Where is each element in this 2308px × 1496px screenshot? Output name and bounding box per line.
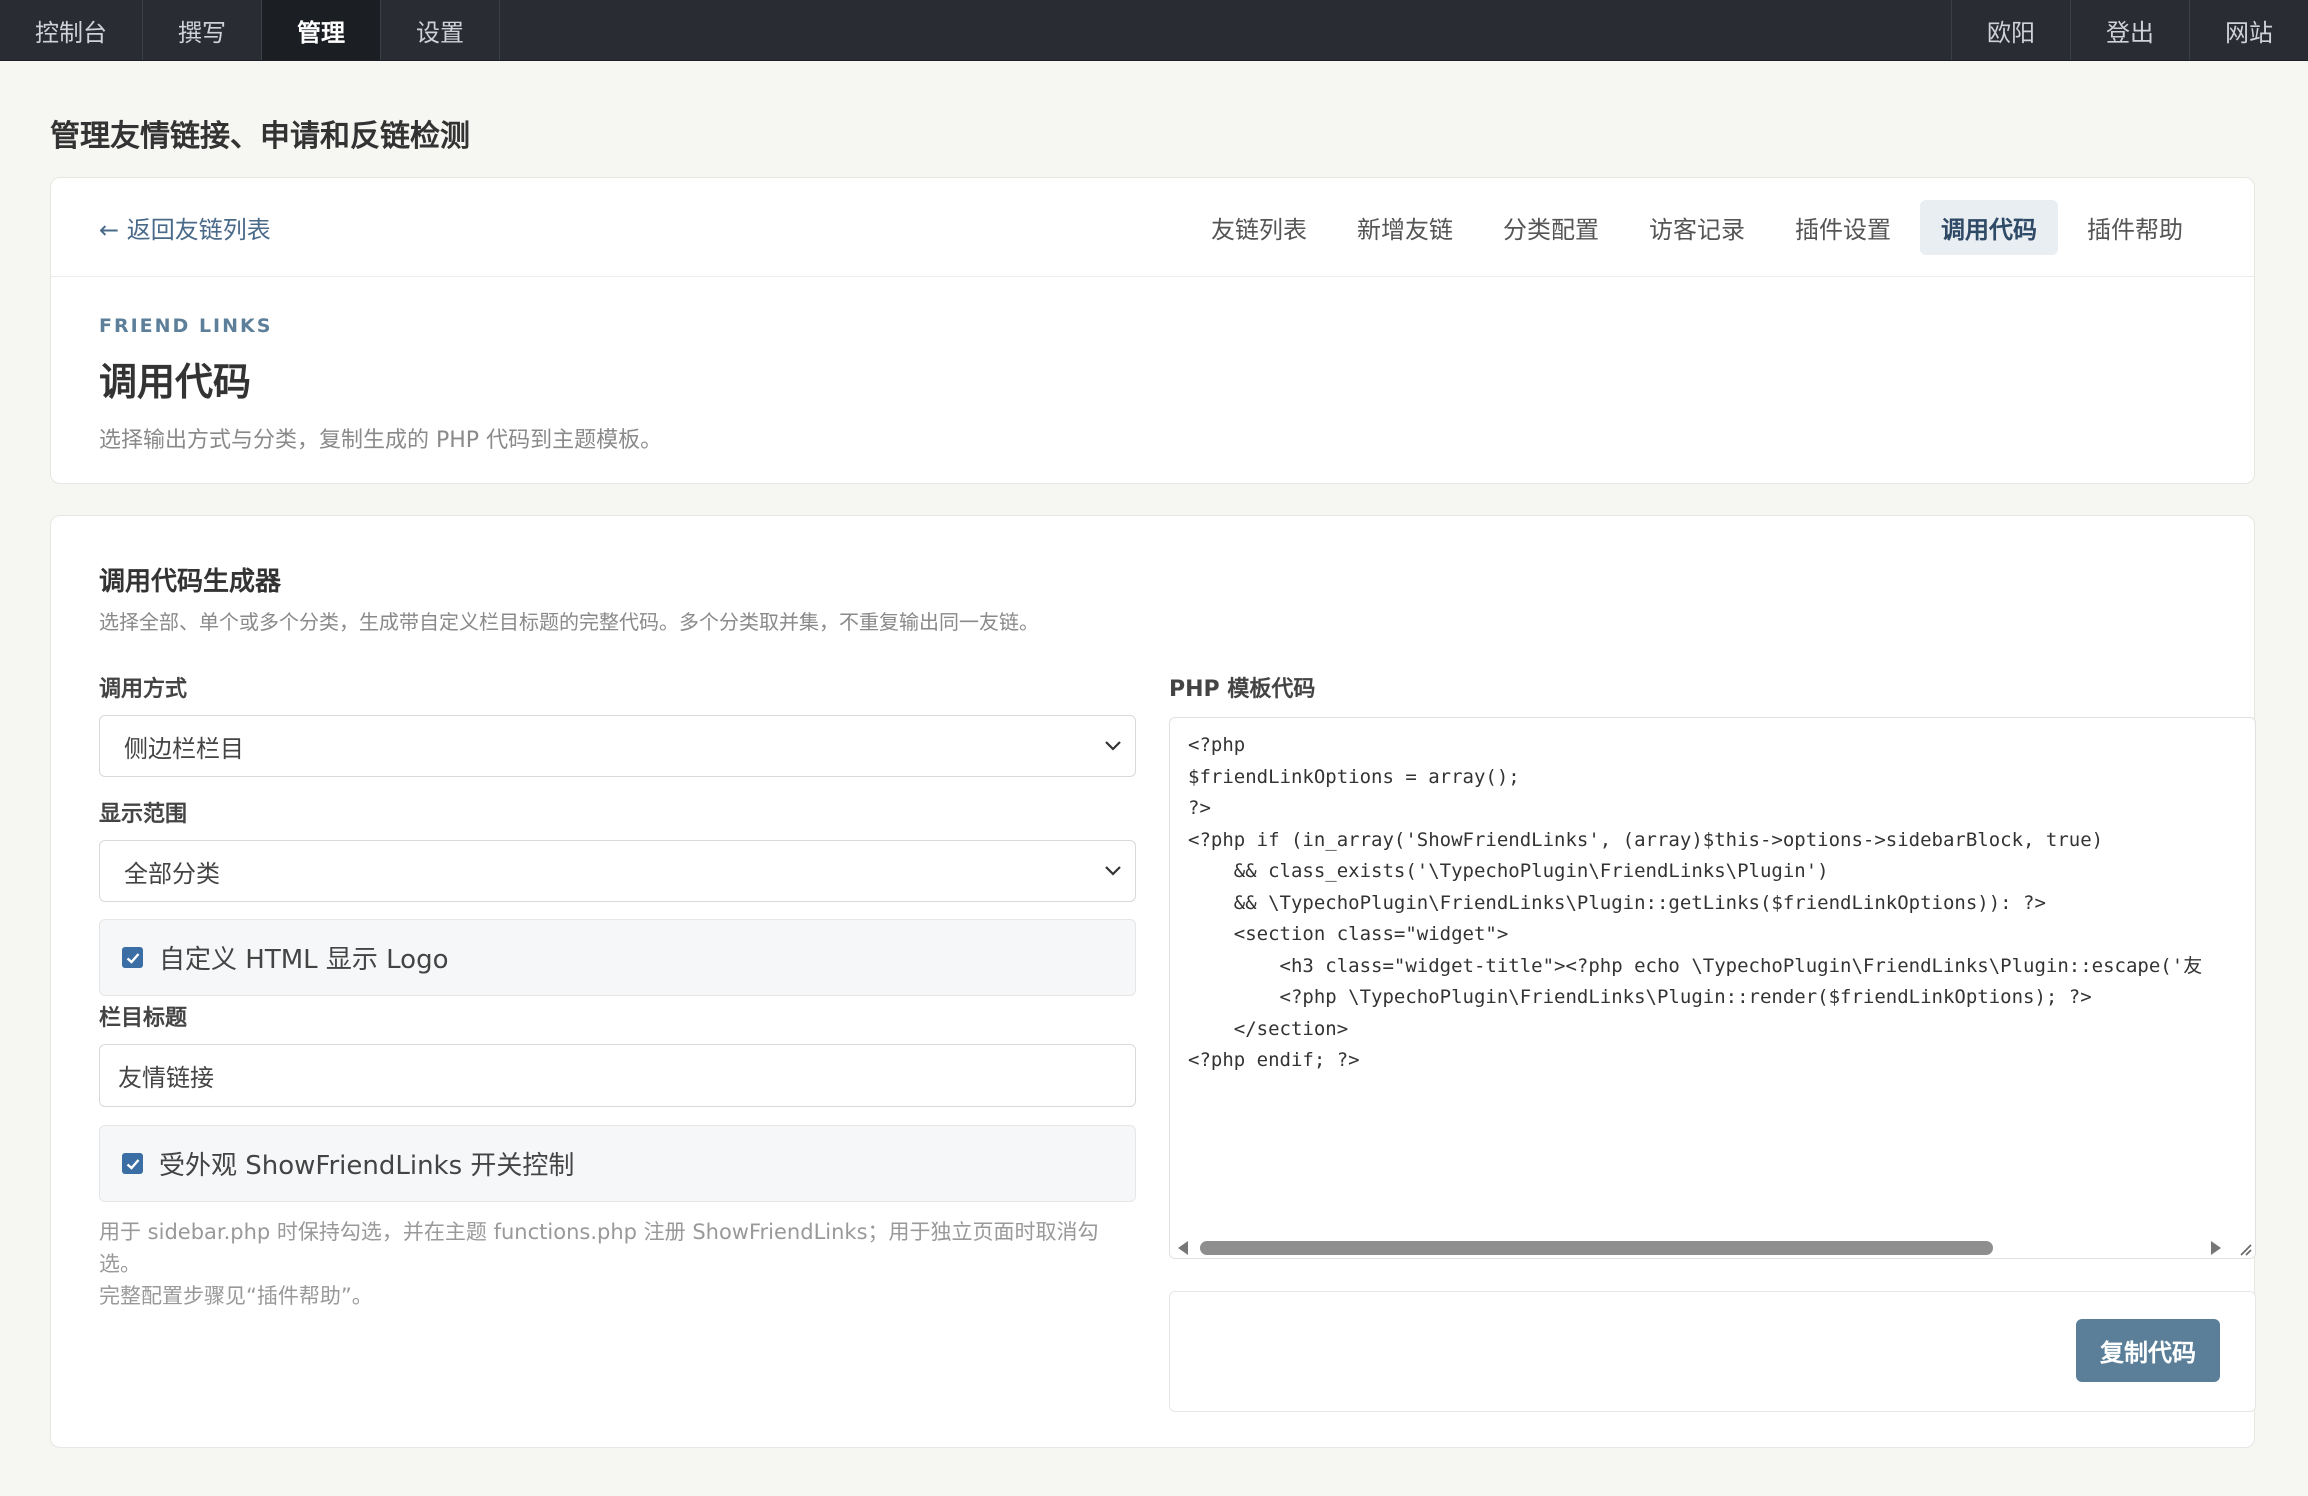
tab-link-list[interactable]: 友链列表 xyxy=(1190,200,1328,255)
nav-logout[interactable]: 登出 xyxy=(2070,0,2189,60)
copy-code-button[interactable]: 复制代码 xyxy=(2076,1319,2220,1382)
code-textarea[interactable]: <?php $friendLinkOptions = array(); ?> <… xyxy=(1169,717,2256,1259)
header-card: ← 返回友链列表 友链列表 新增友链 分类配置 访客记录 插件设置 调用代码 插… xyxy=(50,177,2255,484)
nav-manage[interactable]: 管理 xyxy=(262,0,381,60)
scope-select-value: 全部分类 xyxy=(124,859,220,888)
scroll-right-icon[interactable] xyxy=(2211,1241,2221,1255)
nav-website[interactable]: 网站 xyxy=(2189,0,2308,60)
horizontal-scrollbar[interactable] xyxy=(1170,1234,2255,1258)
resize-grip-icon[interactable] xyxy=(2238,1242,2252,1256)
custom-logo-checkbox[interactable] xyxy=(122,947,143,968)
code-output: PHP 模板代码 <?php $friendLinkOptions = arra… xyxy=(1169,671,2256,1412)
appearance-label: 受外观 ShowFriendLinks 开关控制 xyxy=(159,1151,575,1181)
section-title: 调用代码 xyxy=(99,360,252,404)
nav-settings[interactable]: 设置 xyxy=(381,0,500,60)
tab-call-code[interactable]: 调用代码 xyxy=(1920,199,2058,255)
back-to-list-link[interactable]: ← 返回友链列表 xyxy=(99,210,271,245)
check-icon xyxy=(126,1158,139,1170)
tab-plugin-settings[interactable]: 插件设置 xyxy=(1774,200,1912,255)
code-content: <?php $friendLinkOptions = array(); ?> <… xyxy=(1188,734,2203,1071)
tab-visitor-log[interactable]: 访客记录 xyxy=(1628,200,1766,255)
scrollbar-thumb[interactable] xyxy=(1200,1241,1993,1255)
section-subtitle: 选择输出方式与分类，复制生成的 PHP 代码到主题模板。 xyxy=(99,428,663,453)
scope-label: 显示范围 xyxy=(99,802,188,827)
mode-label: 调用方式 xyxy=(99,677,188,702)
help-text-line: 用于 sidebar.php 时保持勾选，并在主题 functions.php … xyxy=(99,1220,1099,1276)
mode-select[interactable]: 侧边栏栏目 xyxy=(99,715,1136,777)
top-nav-right: 欧阳 登出 网站 xyxy=(1951,0,2308,60)
generator-card: 调用代码生成器 选择全部、单个或多个分类，生成带自定义栏目标题的完整代码。多个分… xyxy=(50,515,2256,1448)
custom-logo-option: 自定义 HTML 显示 Logo xyxy=(99,919,1136,996)
card-nav: ← 返回友链列表 友链列表 新增友链 分类配置 访客记录 插件设置 调用代码 插… xyxy=(51,178,2254,277)
help-text: 用于 sidebar.php 时保持勾选，并在主题 functions.php … xyxy=(99,1216,1136,1312)
custom-logo-label: 自定义 HTML 显示 Logo xyxy=(159,945,449,975)
check-icon xyxy=(126,952,139,964)
mode-select-value: 侧边栏栏目 xyxy=(124,734,244,763)
top-nav-left: 控制台 撰写 管理 设置 xyxy=(0,0,500,60)
tab-category-config[interactable]: 分类配置 xyxy=(1482,200,1620,255)
generator-description: 选择全部、单个或多个分类，生成带自定义栏目标题的完整代码。多个分类取并集，不重复… xyxy=(99,610,1039,634)
copy-panel: 复制代码 xyxy=(1169,1291,2256,1412)
hero-section: FRIEND LINKS 调用代码 选择输出方式与分类，复制生成的 PHP 代码… xyxy=(51,277,2254,454)
chevron-down-icon xyxy=(1105,741,1121,751)
appearance-checkbox[interactable] xyxy=(122,1153,143,1174)
tab-add-link[interactable]: 新增友链 xyxy=(1336,200,1474,255)
column-title-label: 栏目标题 xyxy=(99,1006,188,1031)
generator-title: 调用代码生成器 xyxy=(99,567,282,597)
plugin-tabs: 友链列表 新增友链 分类配置 访客记录 插件设置 调用代码 插件帮助 xyxy=(1190,199,2204,255)
scroll-left-icon[interactable] xyxy=(1178,1241,1188,1255)
help-text-line: 完整配置步骤见“插件帮助”。 xyxy=(99,1284,373,1308)
appearance-option: 受外观 ShowFriendLinks 开关控制 xyxy=(99,1125,1136,1202)
nav-dashboard[interactable]: 控制台 xyxy=(0,0,143,60)
column-title-input[interactable]: 友情链接 xyxy=(99,1044,1136,1107)
chevron-down-icon xyxy=(1105,866,1121,876)
nav-user[interactable]: 欧阳 xyxy=(1951,0,2070,60)
scope-select[interactable]: 全部分类 xyxy=(99,840,1136,902)
tab-plugin-help[interactable]: 插件帮助 xyxy=(2066,200,2204,255)
page-title: 管理友情链接、申请和反链检测 xyxy=(50,119,470,154)
eyebrow-label: FRIEND LINKS xyxy=(99,315,273,337)
nav-write[interactable]: 撰写 xyxy=(143,0,262,60)
top-nav-bar: 控制台 撰写 管理 设置 欧阳 登出 网站 xyxy=(0,0,2308,61)
code-label: PHP 模板代码 xyxy=(1169,677,1316,702)
generator-form: 调用方式 侧边栏栏目 显示范围 全部分类 自定义 HTML 显示 Logo 栏目… xyxy=(99,671,1136,1312)
